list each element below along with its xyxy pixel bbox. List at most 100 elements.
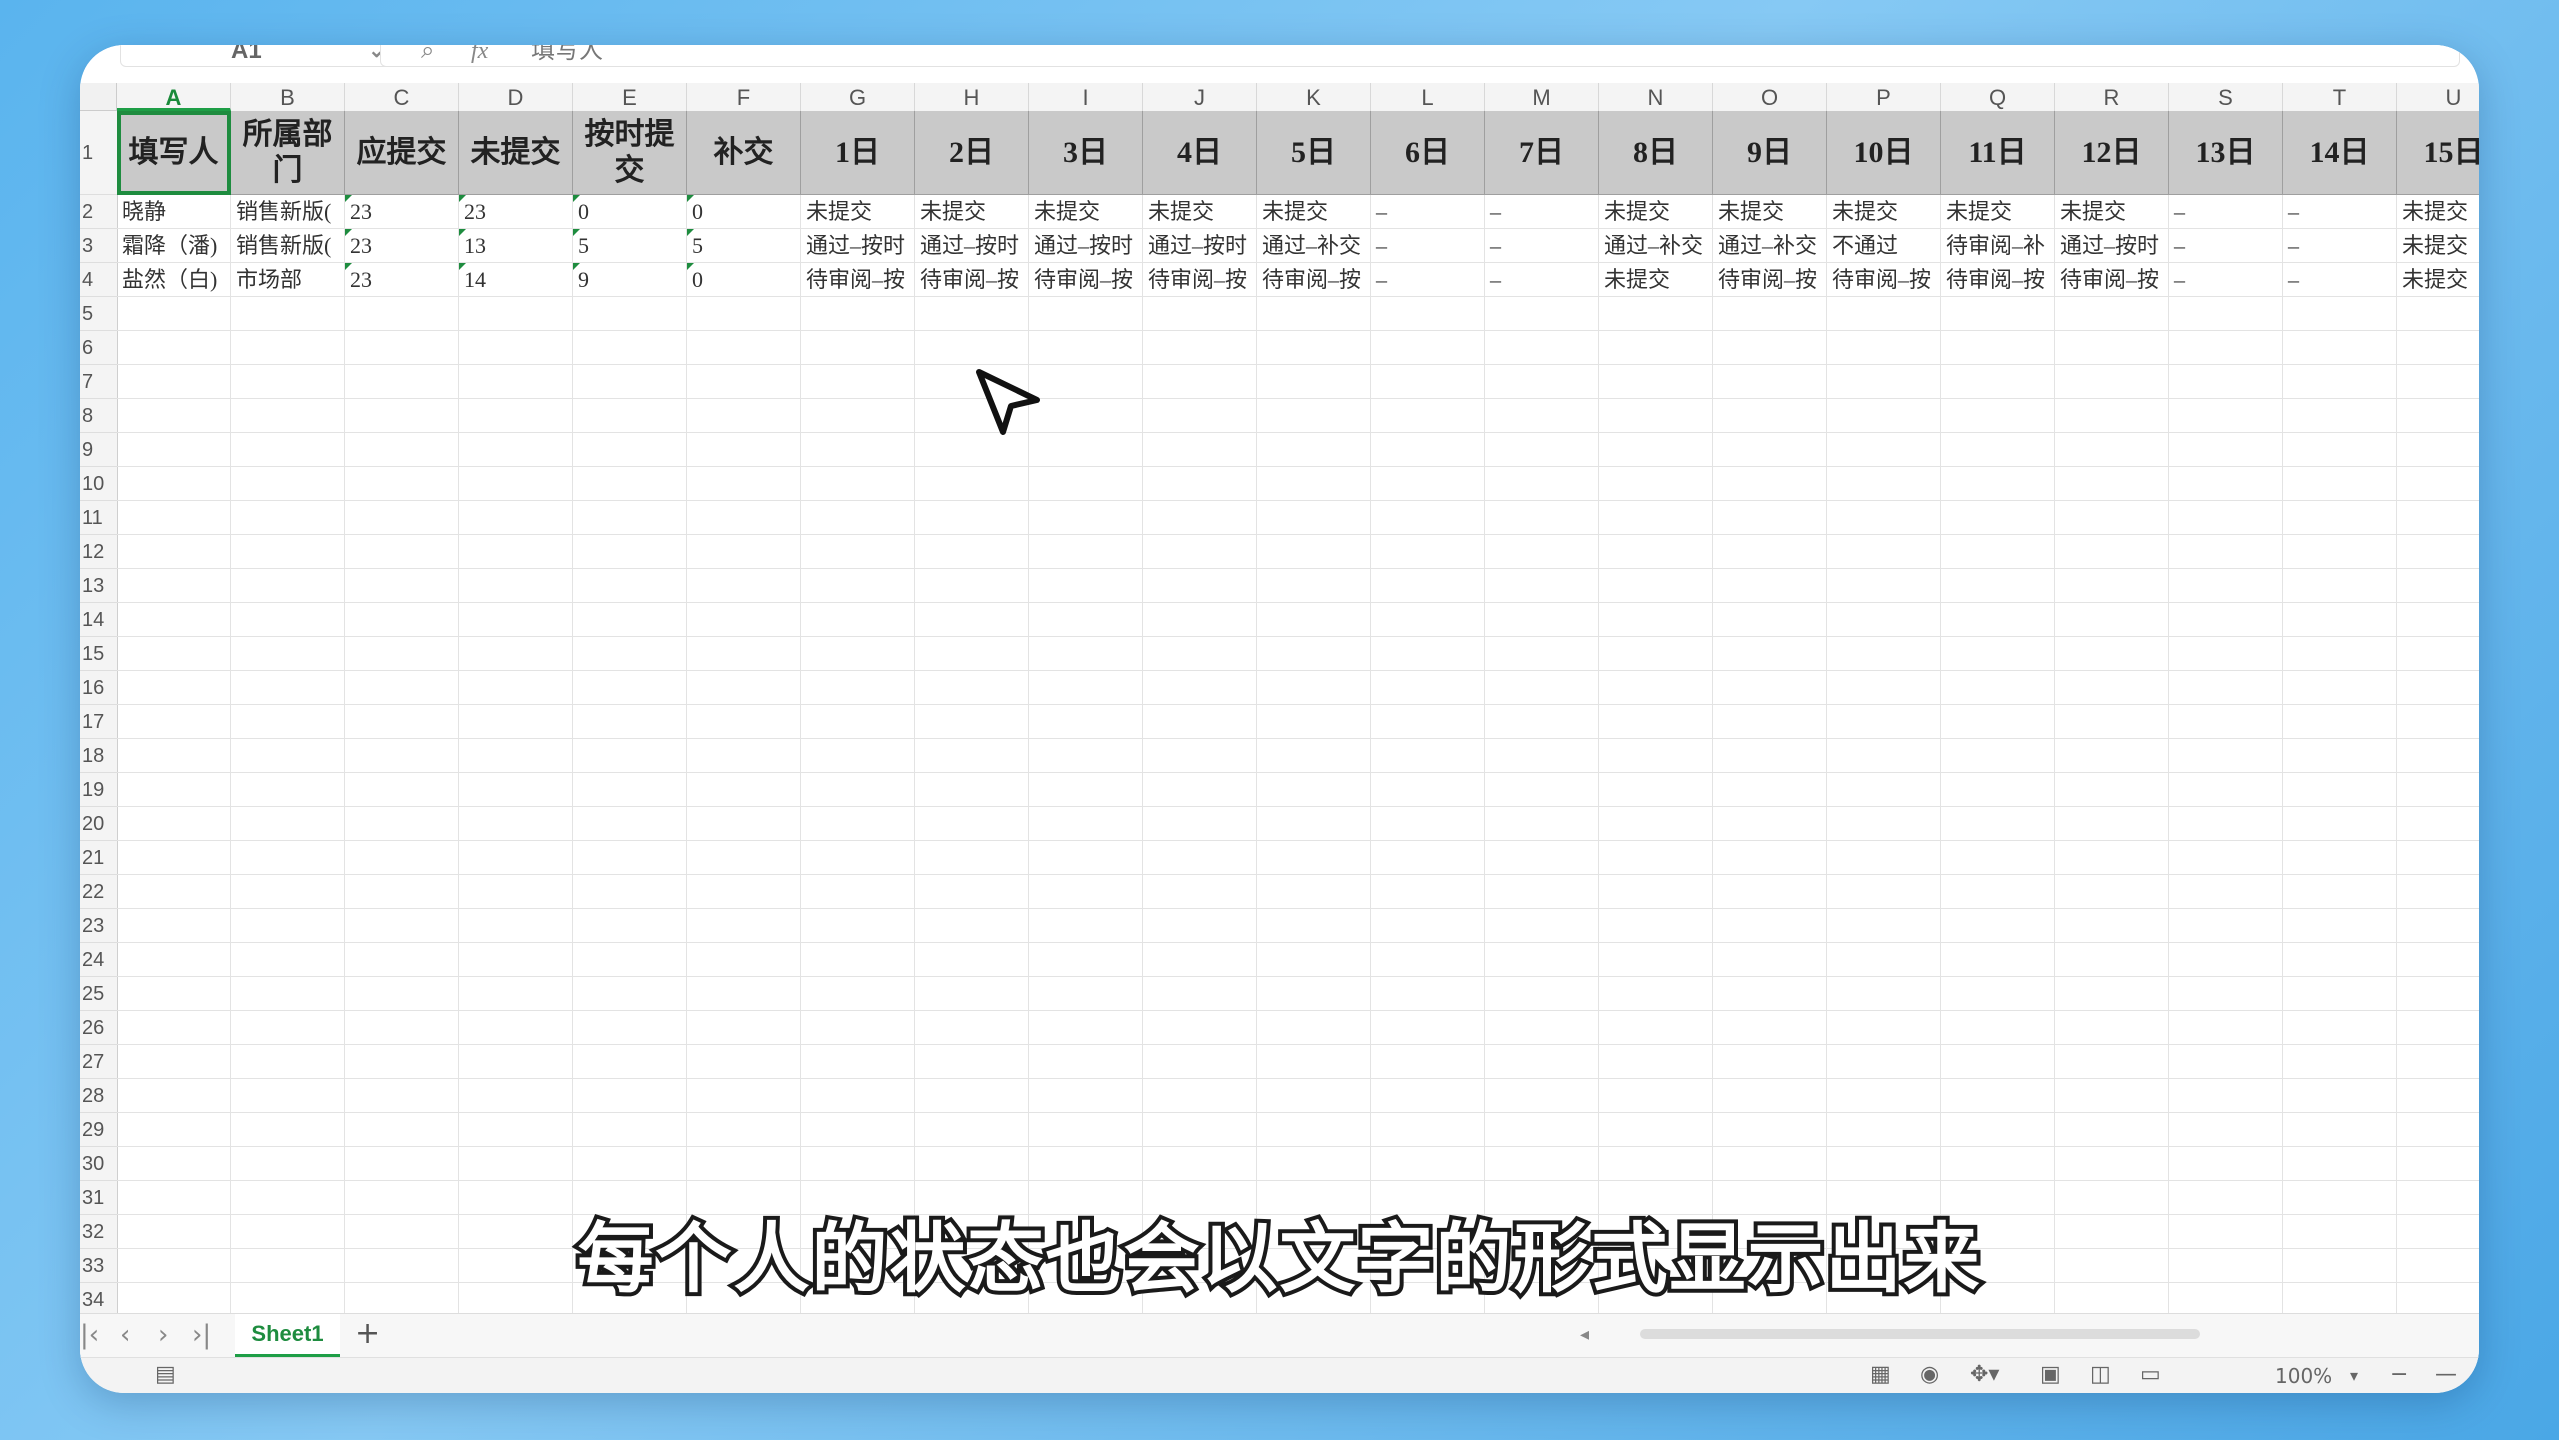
- column-header-r[interactable]: R: [2055, 83, 2169, 111]
- column-header-o[interactable]: O: [1713, 83, 1827, 111]
- row-header-15[interactable]: 15: [80, 637, 117, 671]
- name-box[interactable]: A1 ⌄: [120, 45, 400, 67]
- header-cell-j[interactable]: 4日: [1143, 111, 1257, 195]
- header-cell-h[interactable]: 2日: [915, 111, 1029, 195]
- column-header-b[interactable]: B: [231, 83, 345, 111]
- column-header-j[interactable]: J: [1143, 83, 1257, 111]
- header-cell-a[interactable]: 填写人: [117, 111, 231, 195]
- row-header-10[interactable]: 10: [80, 467, 117, 501]
- header-cell-p[interactable]: 10日: [1827, 111, 1941, 195]
- horizontal-scrollbar[interactable]: [1640, 1329, 2200, 1339]
- cell-i4[interactable]: 待审阅–按: [1029, 263, 1143, 297]
- header-cell-u[interactable]: 15日: [2397, 111, 2479, 195]
- cell-grid[interactable]: 填写人 所属部 门应提交 未提交 按时提 交补交 1日 2日 3日 4日 5日 6日 7日 8日 9日 1…: [117, 111, 2479, 1357]
- header-cell-s[interactable]: 13日: [2169, 111, 2283, 195]
- formula-content[interactable]: 填写人: [531, 45, 603, 68]
- row-header-23[interactable]: 23: [80, 909, 117, 943]
- cell-n2[interactable]: 未提交: [1599, 195, 1713, 229]
- cell-g4[interactable]: 待审阅–按: [801, 263, 915, 297]
- last-sheet-icon[interactable]: ›|: [192, 1320, 211, 1350]
- cell-e4[interactable]: 9: [573, 263, 687, 297]
- row-header-20[interactable]: 20: [80, 807, 117, 841]
- row-header-8[interactable]: 8: [80, 399, 117, 433]
- header-cell-r[interactable]: 12日: [2055, 111, 2169, 195]
- prev-sheet-icon[interactable]: ‹: [120, 1320, 130, 1350]
- column-header-h[interactable]: H: [915, 83, 1029, 111]
- cell-d4[interactable]: 14: [459, 263, 573, 297]
- cell-e3[interactable]: 5: [573, 229, 687, 263]
- cell-a2[interactable]: 晓静: [117, 195, 231, 229]
- row-header-3[interactable]: 3: [80, 229, 117, 263]
- header-cell-e[interactable]: 按时提 交: [573, 111, 687, 195]
- cell-b3[interactable]: 销售新版(: [231, 229, 345, 263]
- row-header-16[interactable]: 16: [80, 671, 117, 705]
- header-cell-o[interactable]: 9日: [1713, 111, 1827, 195]
- cell-s2[interactable]: –: [2169, 195, 2283, 229]
- column-header-q[interactable]: Q: [1941, 83, 2055, 111]
- cell-m4[interactable]: –: [1485, 263, 1599, 297]
- header-cell-m[interactable]: 7日: [1485, 111, 1599, 195]
- header-cell-b[interactable]: 所属部 门: [231, 111, 345, 195]
- cell-r4[interactable]: 待审阅–按: [2055, 263, 2169, 297]
- row-header-29[interactable]: 29: [80, 1113, 117, 1147]
- cell-g2[interactable]: 未提交: [801, 195, 915, 229]
- header-cell-g[interactable]: 1日: [801, 111, 915, 195]
- column-header-c[interactable]: C: [345, 83, 459, 111]
- eye-protection-icon[interactable]: ◉: [1920, 1362, 1939, 1387]
- cell-q4[interactable]: 待审阅–按: [1941, 263, 2055, 297]
- cell-t3[interactable]: –: [2283, 229, 2397, 263]
- normal-view-icon[interactable]: ▣: [2040, 1362, 2061, 1387]
- row-header-7[interactable]: 7: [80, 365, 117, 399]
- row-header-30[interactable]: 30: [80, 1147, 117, 1181]
- cell-u3[interactable]: 未提交: [2397, 229, 2479, 263]
- cell-n3[interactable]: 通过–补交: [1599, 229, 1713, 263]
- cell-k3[interactable]: 通过–补交: [1257, 229, 1371, 263]
- cell-a4[interactable]: 盐然（白): [117, 263, 231, 297]
- header-cell-c[interactable]: 应提交: [345, 111, 459, 195]
- row-header-14[interactable]: 14: [80, 603, 117, 637]
- row-header-28[interactable]: 28: [80, 1079, 117, 1113]
- row-header-25[interactable]: 25: [80, 977, 117, 1011]
- cell-a3[interactable]: 霜降（潘): [117, 229, 231, 263]
- cell-d3[interactable]: 13: [459, 229, 573, 263]
- cell-j4[interactable]: 待审阅–按: [1143, 263, 1257, 297]
- header-cell-t[interactable]: 14日: [2283, 111, 2397, 195]
- cell-h3[interactable]: 通过–按时: [915, 229, 1029, 263]
- cell-f4[interactable]: 0: [687, 263, 801, 297]
- cell-k2[interactable]: 未提交: [1257, 195, 1371, 229]
- row-header-18[interactable]: 18: [80, 739, 117, 773]
- cell-r2[interactable]: 未提交: [2055, 195, 2169, 229]
- cell-e2[interactable]: 0: [573, 195, 687, 229]
- column-header-a[interactable]: A: [117, 83, 231, 111]
- row-header-26[interactable]: 26: [80, 1011, 117, 1045]
- next-sheet-icon[interactable]: ›: [158, 1320, 168, 1350]
- column-header-k[interactable]: K: [1257, 83, 1371, 111]
- cell-c3[interactable]: 23: [345, 229, 459, 263]
- header-cell-i[interactable]: 3日: [1029, 111, 1143, 195]
- select-all-corner[interactable]: [80, 83, 117, 111]
- column-header-u[interactable]: U: [2397, 83, 2479, 111]
- freeze-panes-icon[interactable]: ✥▾: [1970, 1362, 1999, 1387]
- row-header-4[interactable]: 4: [80, 263, 117, 297]
- row-header-2[interactable]: 2: [80, 195, 117, 229]
- cell-t4[interactable]: –: [2283, 263, 2397, 297]
- row-header-21[interactable]: 21: [80, 841, 117, 875]
- zoom-dropdown-icon[interactable]: ▾: [2350, 1366, 2358, 1385]
- cell-r3[interactable]: 通过–按时: [2055, 229, 2169, 263]
- cell-q2[interactable]: 未提交: [1941, 195, 2055, 229]
- header-cell-f[interactable]: 补交: [687, 111, 801, 195]
- row-header-6[interactable]: 6: [80, 331, 117, 365]
- zoom-slider[interactable]: —: [2435, 1362, 2457, 1387]
- cell-o4[interactable]: 待审阅–按: [1713, 263, 1827, 297]
- header-cell-l[interactable]: 6日: [1371, 111, 1485, 195]
- cell-m2[interactable]: –: [1485, 195, 1599, 229]
- cell-j2[interactable]: 未提交: [1143, 195, 1257, 229]
- cell-l4[interactable]: –: [1371, 263, 1485, 297]
- column-header-d[interactable]: D: [459, 83, 573, 111]
- sheet-tab-sheet1[interactable]: Sheet1: [235, 1314, 340, 1357]
- row-header-19[interactable]: 19: [80, 773, 117, 807]
- header-cell-k[interactable]: 5日: [1257, 111, 1371, 195]
- cell-h2[interactable]: 未提交: [915, 195, 1029, 229]
- column-header-p[interactable]: P: [1827, 83, 1941, 111]
- cell-h4[interactable]: 待审阅–按: [915, 263, 1029, 297]
